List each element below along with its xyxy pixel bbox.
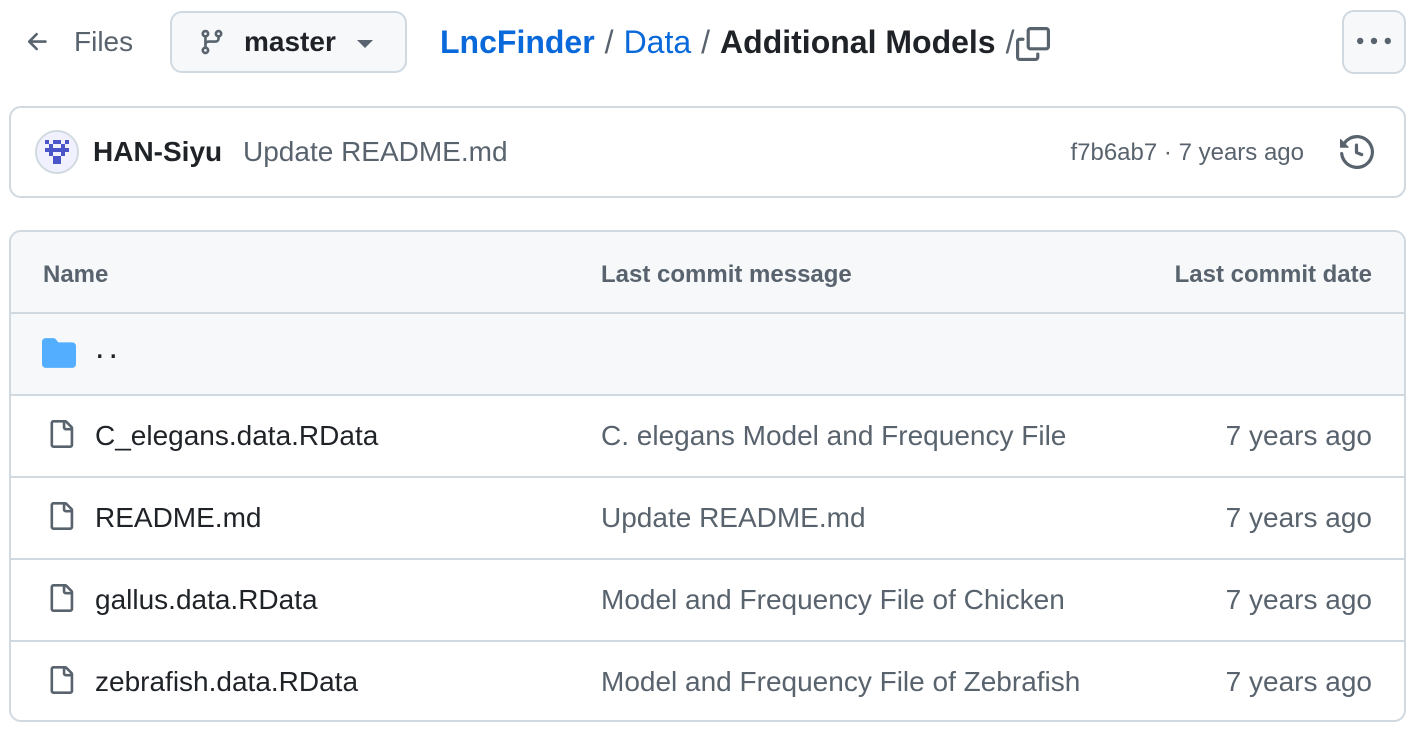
- breadcrumb-separator: /: [701, 23, 711, 60]
- files-label: Files: [74, 26, 134, 57]
- more-options-button[interactable]: [1342, 10, 1406, 74]
- file-commit-message[interactable]: Model and Frequency File of Zebrafish: [601, 666, 1080, 698]
- breadcrumb-repo-link[interactable]: LncFinder: [440, 24, 595, 61]
- file-commit-message[interactable]: C. elegans Model and Frequency File: [601, 420, 1066, 452]
- breadcrumb-separator: /: [604, 23, 614, 60]
- latest-commit-bar: HAN-Siyu Update README.md f7b6ab7 · 7 ye…: [9, 106, 1406, 198]
- file-name-link[interactable]: C_elegans.data.RData: [95, 420, 378, 452]
- breadcrumb: LncFinder / Data / Additional Models /: [440, 20, 1024, 64]
- table-row[interactable]: zebrafish.data.RData Model and Frequency…: [11, 642, 1404, 720]
- copy-path-button[interactable]: [1013, 24, 1053, 64]
- identicon-icon: [37, 132, 77, 172]
- table-row[interactable]: gallus.data.RData Model and Frequency Fi…: [11, 560, 1404, 642]
- breadcrumb-current: Additional Models: [720, 23, 996, 60]
- caret-down-icon: [357, 40, 373, 48]
- table-row[interactable]: C_elegans.data.RData C. elegans Model an…: [11, 396, 1404, 478]
- branch-selector-button[interactable]: master: [170, 11, 407, 73]
- parent-directory-row[interactable]: ..: [11, 314, 1404, 396]
- file-icon: [50, 584, 74, 612]
- commit-meta-dot: ·: [1163, 139, 1172, 166]
- file-commit-message[interactable]: Model and Frequency File of Chicken: [601, 584, 1065, 616]
- avatar[interactable]: [35, 130, 79, 174]
- column-header-name: Name: [43, 261, 109, 288]
- file-icon: [50, 502, 74, 530]
- commit-message[interactable]: Update README.md: [243, 136, 508, 168]
- arrow-left-icon: [27, 32, 47, 51]
- top-bar: Files master LncFinder / Data / Addition…: [0, 0, 1426, 86]
- file-icon: [50, 420, 74, 448]
- file-name-link[interactable]: gallus.data.RData: [95, 584, 318, 616]
- column-header-date: Last commit date: [1174, 261, 1372, 288]
- folder-icon: [42, 338, 76, 368]
- table-row[interactable]: README.md Update README.md 7 years ago: [11, 478, 1404, 560]
- file-commit-date: 7 years ago: [1225, 584, 1372, 615]
- file-commit-date: 7 years ago: [1225, 666, 1372, 697]
- branch-name: master: [244, 26, 336, 57]
- kebab-horizontal-icon: [1357, 37, 1391, 45]
- commit-author[interactable]: HAN-Siyu: [93, 136, 222, 168]
- file-name-link[interactable]: zebrafish.data.RData: [95, 666, 358, 698]
- file-icon: [50, 666, 74, 694]
- table-header: Name Last commit message Last commit dat…: [11, 232, 1404, 314]
- file-commit-message[interactable]: Update README.md: [601, 502, 866, 534]
- file-commit-date: 7 years ago: [1225, 502, 1372, 533]
- git-branch-icon: [201, 29, 223, 55]
- breadcrumb-folder-link[interactable]: Data: [624, 24, 692, 61]
- file-commit-date: 7 years ago: [1225, 420, 1372, 451]
- file-table: Name Last commit message Last commit dat…: [9, 230, 1406, 722]
- file-name-link[interactable]: README.md: [95, 502, 261, 534]
- files-back-link[interactable]: Files: [24, 20, 133, 64]
- history-icon[interactable]: [1340, 135, 1374, 169]
- commit-time: 7 years ago: [1178, 139, 1304, 166]
- copy-icon: [1016, 27, 1050, 61]
- commit-sha[interactable]: f7b6ab7: [1070, 139, 1157, 166]
- column-header-message: Last commit message: [601, 261, 852, 288]
- commit-meta: f7b6ab7 · 7 years ago: [1070, 139, 1304, 167]
- parent-directory-link[interactable]: ..: [95, 328, 122, 367]
